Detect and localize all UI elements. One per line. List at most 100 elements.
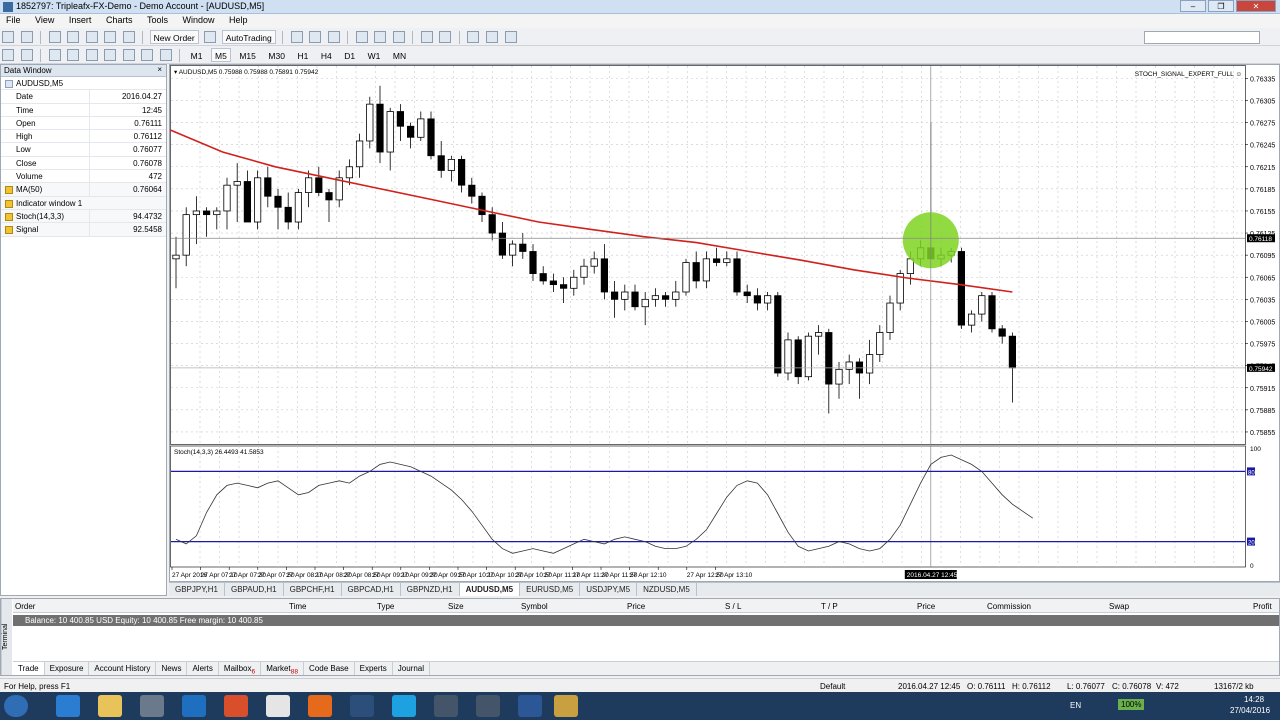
crosshair-icon[interactable] bbox=[20, 49, 33, 61]
menu-help[interactable]: Help bbox=[223, 14, 254, 26]
mt4-icon-2[interactable] bbox=[476, 695, 500, 717]
tab-gbpcad-h1[interactable]: GBPCAD,H1 bbox=[342, 583, 401, 596]
chrome-icon[interactable] bbox=[266, 695, 290, 717]
col-price[interactable]: Price bbox=[627, 602, 645, 611]
strategy-tester-icon[interactable] bbox=[122, 31, 135, 43]
channel-icon[interactable] bbox=[104, 49, 117, 61]
tab-eurusd-m5[interactable]: EURUSD,M5 bbox=[520, 583, 581, 596]
col-profit[interactable]: Profit bbox=[1253, 602, 1272, 611]
clock-date[interactable]: 27/04/2016 bbox=[1230, 706, 1270, 715]
menu-insert[interactable]: Insert bbox=[63, 14, 98, 26]
tf-h4[interactable]: H4 bbox=[317, 48, 336, 62]
profiles-icon[interactable] bbox=[20, 31, 33, 43]
auto-trading-button[interactable]: AutoTrading bbox=[221, 30, 276, 44]
fibonacci-icon[interactable] bbox=[122, 49, 135, 61]
app-icon-14[interactable] bbox=[554, 695, 578, 717]
tab-gbpjpy-h1[interactable]: GBPJPY,H1 bbox=[169, 583, 225, 596]
menu-tools[interactable]: Tools bbox=[141, 14, 174, 26]
battery-indicator[interactable]: 100% bbox=[1118, 699, 1145, 710]
menu-file[interactable]: File bbox=[0, 14, 27, 26]
app-icon-9[interactable] bbox=[350, 695, 374, 717]
market-watch-icon[interactable] bbox=[48, 31, 61, 43]
tab-account-history[interactable]: Account History bbox=[89, 662, 157, 675]
tab-trade[interactable]: Trade bbox=[13, 662, 45, 675]
tf-w1[interactable]: W1 bbox=[364, 48, 385, 62]
minimize-button[interactable]: – bbox=[1180, 0, 1206, 12]
chart-shift-icon[interactable] bbox=[439, 31, 452, 43]
col-order[interactable]: Order bbox=[15, 602, 35, 611]
text-icon[interactable] bbox=[141, 49, 154, 61]
indicators-icon[interactable] bbox=[467, 31, 480, 43]
menu-charts[interactable]: Charts bbox=[100, 14, 139, 26]
start-button[interactable] bbox=[4, 695, 28, 717]
arrow-label-icon[interactable] bbox=[159, 49, 172, 61]
tf-m1[interactable]: M1 bbox=[187, 48, 207, 62]
mt4-icon-1[interactable] bbox=[434, 695, 458, 717]
zoom-in-icon[interactable] bbox=[355, 31, 368, 43]
tab-gbpnzd-h1[interactable]: GBPNZD,H1 bbox=[401, 583, 460, 596]
tf-h1[interactable]: H1 bbox=[293, 48, 312, 62]
tab-experts[interactable]: Experts bbox=[355, 662, 393, 675]
price-chart[interactable]: 0.76335 0.76305 0.76275 0.76245 0.76215 0.761… bbox=[169, 65, 1280, 583]
new-chart-icon[interactable] bbox=[2, 31, 14, 43]
navigator-icon[interactable] bbox=[67, 31, 80, 43]
zoom-out-icon[interactable] bbox=[374, 31, 387, 43]
maximize-button[interactable]: ❐ bbox=[1208, 0, 1234, 12]
outlook-icon[interactable] bbox=[182, 695, 206, 717]
skype-icon[interactable] bbox=[392, 695, 416, 717]
tile-windows-icon[interactable] bbox=[392, 31, 405, 43]
tab-alerts[interactable]: Alerts bbox=[187, 662, 219, 675]
vertical-line-icon[interactable] bbox=[48, 49, 61, 61]
line-chart-icon[interactable] bbox=[327, 31, 340, 43]
trendline-icon[interactable] bbox=[85, 49, 98, 61]
col-sl[interactable]: S / L bbox=[725, 602, 741, 611]
menu-window[interactable]: Window bbox=[177, 14, 221, 26]
tab-code-base[interactable]: Code Base bbox=[304, 662, 355, 675]
chart-window[interactable]: 0.76335 0.76305 0.76275 0.76245 0.76215 0.761… bbox=[169, 64, 1280, 582]
cursor-icon[interactable] bbox=[2, 49, 14, 61]
explorer-icon[interactable] bbox=[98, 695, 122, 717]
new-order-button[interactable]: New Order bbox=[149, 30, 199, 44]
word-icon[interactable] bbox=[518, 695, 542, 717]
col-time[interactable]: Time bbox=[289, 602, 306, 611]
col-price2[interactable]: Price bbox=[917, 602, 935, 611]
auto-scroll-icon[interactable] bbox=[420, 31, 433, 43]
tab-news[interactable]: News bbox=[156, 662, 188, 675]
media-icon[interactable] bbox=[224, 695, 248, 717]
clock-time[interactable]: 14:28 bbox=[1244, 695, 1264, 704]
tab-mailbox[interactable]: Mailbox6 bbox=[219, 662, 262, 676]
meta-editor-icon[interactable] bbox=[204, 31, 217, 43]
terminal-icon[interactable] bbox=[104, 31, 117, 43]
tf-m5[interactable]: M5 bbox=[211, 48, 231, 62]
col-swap[interactable]: Swap bbox=[1109, 602, 1129, 611]
col-tp[interactable]: T / P bbox=[821, 602, 838, 611]
search-input[interactable] bbox=[1144, 31, 1260, 44]
tf-m30[interactable]: M30 bbox=[264, 48, 289, 62]
language-indicator[interactable]: EN bbox=[1070, 701, 1081, 710]
tab-audusd-m5[interactable]: AUDUSD,M5 bbox=[459, 583, 521, 596]
templates-icon[interactable] bbox=[504, 31, 517, 43]
tab-exposure[interactable]: Exposure bbox=[45, 662, 90, 675]
col-symbol[interactable]: Symbol bbox=[521, 602, 548, 611]
tf-mn[interactable]: MN bbox=[389, 48, 410, 62]
col-type[interactable]: Type bbox=[377, 602, 394, 611]
app-icon-3[interactable] bbox=[140, 695, 164, 717]
ie-icon[interactable] bbox=[56, 695, 80, 717]
horizontal-line-icon[interactable] bbox=[67, 49, 80, 61]
tf-d1[interactable]: D1 bbox=[340, 48, 359, 62]
tab-market[interactable]: Market88 bbox=[261, 662, 305, 676]
menu-view[interactable]: View bbox=[29, 14, 60, 26]
tab-gbpaud-h1[interactable]: GBPAUD,H1 bbox=[225, 583, 284, 596]
close-button[interactable]: ✕ bbox=[1236, 0, 1276, 12]
tab-gbpchf-h1[interactable]: GBPCHF,H1 bbox=[284, 583, 342, 596]
tab-usdjpy-m5[interactable]: USDJPY,M5 bbox=[580, 583, 638, 596]
data-window-icon[interactable] bbox=[85, 31, 98, 43]
tab-journal[interactable]: Journal bbox=[393, 662, 431, 675]
tab-nzdusd-m5[interactable]: NZDUSD,M5 bbox=[637, 583, 697, 596]
close-icon[interactable]: × bbox=[157, 65, 162, 74]
candlestick-icon[interactable] bbox=[309, 31, 322, 43]
col-commission[interactable]: Commission bbox=[987, 602, 1031, 611]
tf-m15[interactable]: M15 bbox=[235, 48, 260, 62]
firefox-icon[interactable] bbox=[308, 695, 332, 717]
bar-chart-icon[interactable] bbox=[290, 31, 303, 43]
